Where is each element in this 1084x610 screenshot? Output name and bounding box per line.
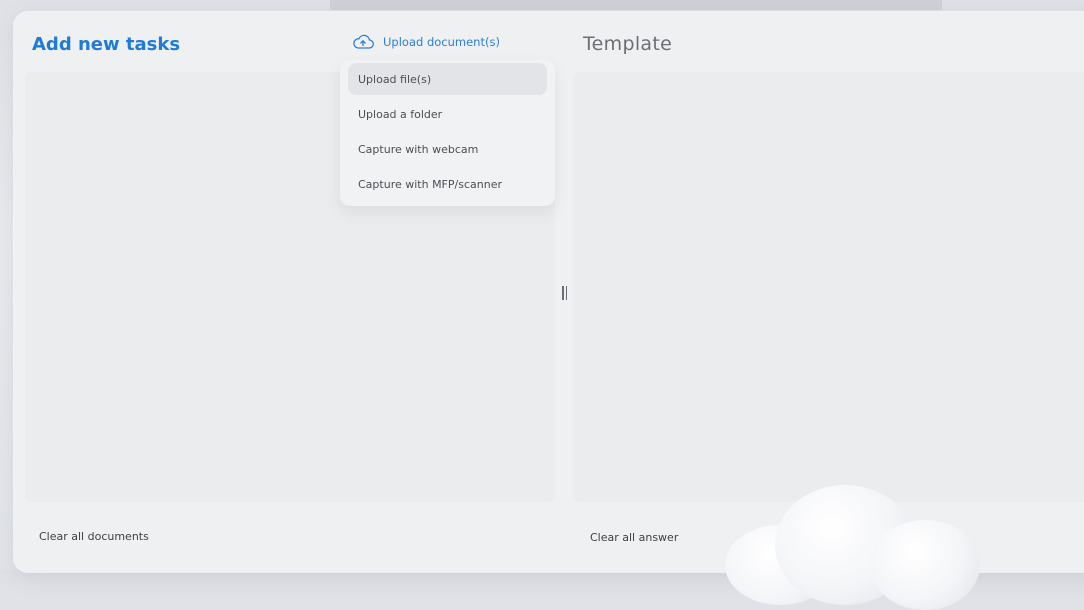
panel-resize-handle[interactable]	[562, 286, 568, 302]
menu-item-upload-folder[interactable]: Upload a folder	[348, 98, 547, 130]
clear-all-answers-link[interactable]: Clear all answer	[590, 531, 678, 544]
upload-menu: Upload file(s) Upload a folder Capture w…	[340, 60, 555, 206]
template-title: Template	[583, 33, 673, 55]
cloud-upload-icon	[352, 34, 374, 50]
upload-documents-label: Upload document(s)	[383, 35, 500, 49]
upload-documents-button[interactable]: Upload document(s)	[352, 32, 500, 52]
menu-item-capture-webcam[interactable]: Capture with webcam	[348, 133, 547, 165]
add-tasks-title: Add new tasks	[32, 34, 181, 55]
menu-item-capture-scanner[interactable]: Capture with MFP/scanner	[348, 168, 547, 200]
template-area[interactable]	[573, 72, 1084, 502]
top-strip	[330, 0, 942, 10]
menu-item-upload-files[interactable]: Upload file(s)	[348, 63, 547, 95]
clear-all-documents-link[interactable]: Clear all documents	[39, 530, 149, 543]
cloud-decoration	[705, 480, 995, 610]
